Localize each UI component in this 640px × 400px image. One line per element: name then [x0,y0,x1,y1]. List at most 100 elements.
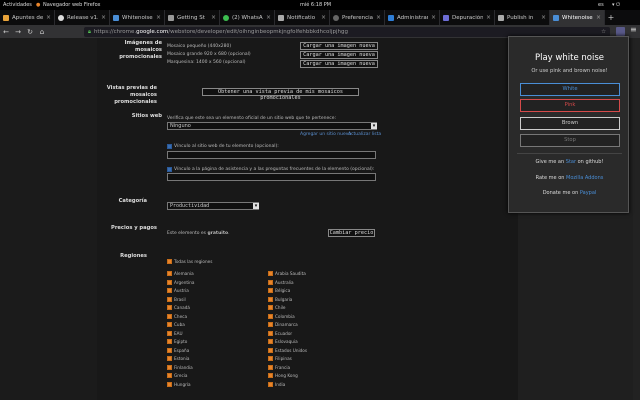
region-label: Dinamarca [275,322,298,327]
region-checkbox[interactable] [167,356,172,361]
clock[interactable]: mié 6:18 PM [300,2,331,8]
region-checkbox[interactable] [268,356,273,361]
region-checkbox[interactable] [268,271,273,276]
region-checkbox[interactable] [268,279,273,285]
tab-favicon-icon [278,14,284,21]
region-checkbox[interactable] [268,381,273,387]
close-icon[interactable]: × [46,14,51,21]
close-icon[interactable]: × [321,14,326,21]
category-select[interactable]: Productividad [167,202,259,210]
region-checkbox[interactable] [268,373,273,378]
tab[interactable]: Publish in × [495,10,550,25]
website-select[interactable]: Ninguno [167,122,377,130]
region-checkbox[interactable] [167,381,172,387]
new-tab-button[interactable]: + [605,10,617,25]
chevron-down-icon[interactable]: ▾ [253,203,259,209]
region-checkbox[interactable] [167,271,172,276]
region-checkbox[interactable] [268,305,273,310]
site-link-input[interactable] [167,151,376,159]
preview-tiles-button[interactable]: Obtener una vista previa de mis mosaicos… [202,88,359,101]
close-icon[interactable]: × [101,14,106,21]
close-icon[interactable]: × [376,14,381,21]
white-noise-button[interactable]: White [520,83,620,96]
region-checkbox[interactable] [268,347,273,353]
support-link-checkbox[interactable] [167,167,172,172]
support-link-input[interactable] [167,173,376,181]
region-checkbox[interactable] [167,347,172,353]
region-checkbox[interactable] [167,373,172,378]
url-prefix: https://chrome. [93,29,137,35]
region-label: Austria [174,288,189,293]
region-checkbox[interactable] [167,322,172,327]
region-checkbox[interactable] [268,339,273,344]
close-icon[interactable]: × [211,14,216,21]
forward-icon[interactable]: → [12,28,24,36]
change-price-button[interactable]: Cambiar precio [328,229,375,237]
region-label: España [174,347,190,353]
reload-icon[interactable]: ↻ [24,28,36,36]
close-icon[interactable]: × [266,14,271,21]
mozilla-addons-link[interactable]: Mozilla Addons [566,175,603,181]
activities-button[interactable]: Actividades [3,2,32,8]
whitenoise-extension-icon[interactable] [616,27,625,36]
region-checkbox[interactable] [167,339,172,344]
hamburger-menu-icon[interactable]: ≡ [630,25,637,34]
tab[interactable]: Depuración × [440,10,495,25]
close-icon[interactable]: × [596,14,601,21]
region-label: Alemania [174,271,194,276]
tab[interactable]: Preferencia × [330,10,385,25]
tab[interactable]: Release v1. × [55,10,110,25]
tab[interactable]: Getting St × [165,10,220,25]
region-checkbox[interactable] [268,313,273,319]
all-regions-checkbox[interactable] [167,259,172,264]
close-icon[interactable]: × [541,14,546,21]
tab[interactable]: Apuntes de × [0,10,55,25]
region-label: Arabia Saudita [275,271,306,276]
tab[interactable]: (2) WhatsAp × [220,10,275,25]
region-label: Ecuador [275,330,293,336]
region-checkbox[interactable] [167,288,172,293]
url-path: /webstore/developer/edit/oihnginbeopmkjn… [168,29,348,35]
scrollbar[interactable] [633,38,640,400]
region-label: Eslovaquia [275,339,298,344]
region-checkbox[interactable] [167,364,172,370]
back-icon[interactable]: ← [0,28,12,36]
region-checkbox[interactable] [167,305,172,310]
upload-small-tile-button[interactable]: Cargar una imagen nueva [300,42,378,50]
brown-noise-button[interactable]: Brown [520,117,620,130]
close-icon[interactable]: × [431,14,436,21]
regions-label: Regiones [120,253,147,259]
home-icon[interactable]: ⌂ [36,28,48,36]
tab[interactable]: Administrar × [385,10,440,25]
upload-large-tile-button[interactable]: Cargar una imagen nueva [300,51,378,59]
close-icon[interactable]: × [156,14,161,21]
system-menu-icon[interactable]: ▾ ⏻ [612,2,620,8]
language-indicator[interactable]: es [598,2,604,8]
region-checkbox[interactable] [167,279,172,285]
pink-noise-button[interactable]: Pink [520,99,620,112]
site-link-checkbox[interactable] [167,144,172,149]
paypal-link[interactable]: Paypal [580,190,596,196]
region-checkbox[interactable] [167,313,172,319]
region-checkbox[interactable] [268,288,273,293]
tab[interactable]: Notificatio × [275,10,330,25]
region-label: Francia [275,364,291,370]
stop-button[interactable]: Stop [520,134,620,147]
tab[interactable]: Whitenoise: × [110,10,165,25]
tab-active[interactable]: Whitenoise × [550,10,605,25]
bookmark-star-icon[interactable]: ☆ [601,29,606,35]
app-menu[interactable]: Navegador web Firefox [43,2,100,8]
region-checkbox[interactable] [268,364,273,370]
refresh-list-link[interactable]: Actualizar lista [348,132,381,137]
close-icon[interactable]: × [486,14,491,21]
add-site-link[interactable]: Agregar un sitio nuevo [300,132,351,137]
region-checkbox[interactable] [268,296,273,302]
region-checkbox[interactable] [167,296,172,302]
region-checkbox[interactable] [268,322,273,327]
upload-marquee-button[interactable]: Cargar una imagen nueva [300,60,378,68]
chevron-down-icon[interactable]: ▾ [371,123,377,129]
region-checkbox[interactable] [268,330,273,336]
star-link[interactable]: Star [566,159,576,165]
region-checkbox[interactable] [167,330,172,336]
region-label: India [275,381,286,387]
